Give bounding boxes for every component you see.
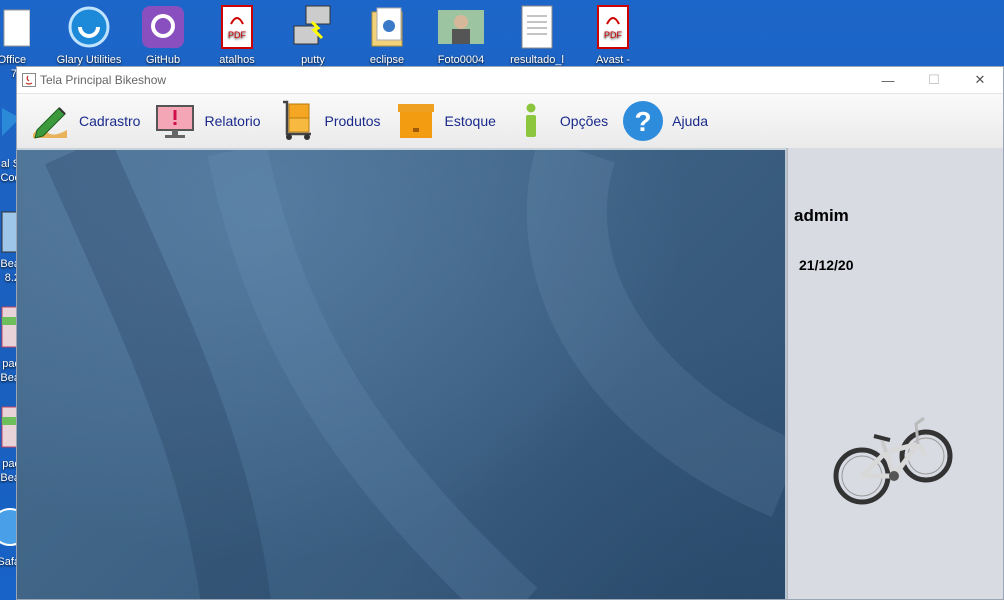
photo-icon bbox=[438, 4, 484, 50]
folder-icon bbox=[364, 4, 410, 50]
menu-bar: Cadrastro Relatorio Produtos Estoque Opç… bbox=[17, 94, 1003, 149]
logged-user: admim bbox=[794, 206, 849, 225]
svg-text:PDF: PDF bbox=[604, 30, 623, 40]
close-button[interactable]: ✕ bbox=[957, 67, 1003, 93]
content-area: admim 21/12/20 bbox=[17, 148, 1003, 599]
window-title: Tela Principal Bikeshow bbox=[40, 73, 167, 87]
desktop-icon-avast[interactable]: PDF Avast - bbox=[576, 4, 650, 66]
menu-ajuda[interactable]: ? Ajuda bbox=[622, 100, 708, 142]
java-app-icon bbox=[22, 73, 36, 87]
desktop-icon-atalhos[interactable]: PDF atalhos bbox=[200, 4, 274, 66]
desktop-icon-label: Foto0004 bbox=[437, 54, 485, 66]
glary-utilities-icon bbox=[66, 4, 112, 50]
menu-label: Relatorio bbox=[204, 113, 261, 129]
title-bar[interactable]: Tela Principal Bikeshow — ☐ ✕ bbox=[17, 67, 1003, 94]
desktop-icon-label: atalhos bbox=[219, 54, 255, 66]
svg-text:?: ? bbox=[635, 106, 652, 137]
pdf-file-icon: PDF bbox=[214, 4, 260, 50]
desktop-icon-label: reOffice bbox=[0, 54, 27, 66]
putty-icon bbox=[290, 4, 336, 50]
box-icon bbox=[395, 100, 437, 142]
desktop-icon-label: Glary Utilities bbox=[56, 54, 122, 66]
minimize-button[interactable]: — bbox=[865, 67, 911, 93]
desktop-pane[interactable] bbox=[17, 148, 787, 599]
desktop-icon-github[interactable]: GitHub bbox=[126, 4, 200, 66]
desktop-icon-label: GitHub bbox=[145, 54, 181, 66]
desktop-icon-label: resultado_l bbox=[510, 54, 564, 66]
menu-relatorio[interactable]: Relatorio bbox=[154, 100, 261, 142]
background-swoosh bbox=[45, 150, 785, 599]
info-icon bbox=[510, 100, 552, 142]
desktop-icon-glary[interactable]: Glary Utilities bbox=[52, 4, 126, 66]
github-icon bbox=[140, 4, 186, 50]
svg-text:PDF: PDF bbox=[228, 30, 247, 40]
menu-cadrastro[interactable]: Cadrastro bbox=[29, 100, 140, 142]
menu-estoque[interactable]: Estoque bbox=[395, 100, 496, 142]
menu-label: Cadrastro bbox=[79, 113, 141, 129]
menu-opcoes[interactable]: Opções bbox=[510, 100, 608, 142]
desktop-icon-label: putty bbox=[301, 54, 325, 66]
app-window: Tela Principal Bikeshow — ☐ ✕ Cadrastro … bbox=[16, 66, 1004, 600]
text-file-icon bbox=[514, 4, 560, 50]
desktop-icon-label: Avast - bbox=[595, 54, 631, 66]
bicycle-image bbox=[832, 406, 962, 526]
desktop-icon-eclipse[interactable]: eclipse bbox=[350, 4, 424, 66]
desktop-icon-libreoffice[interactable]: reOffice bbox=[0, 4, 44, 66]
menu-label: Opções bbox=[559, 113, 609, 129]
desktop-icon-resultado[interactable]: resultado_l bbox=[500, 4, 574, 66]
pdf-file-icon: PDF bbox=[590, 4, 636, 50]
desktop-icon-putty[interactable]: putty bbox=[276, 4, 350, 66]
desktop-icon-label: eclipse bbox=[369, 54, 405, 66]
hand-truck-icon bbox=[275, 100, 317, 142]
desktop-icon-foto[interactable]: Foto0004 bbox=[424, 4, 498, 66]
current-date: 21/12/20 bbox=[799, 257, 854, 273]
maximize-button[interactable]: ☐ bbox=[911, 67, 957, 93]
menu-label: Ajuda bbox=[672, 113, 708, 129]
menu-produtos[interactable]: Produtos bbox=[275, 100, 381, 142]
menu-label: Estoque bbox=[444, 113, 496, 129]
side-panel: admim 21/12/20 bbox=[787, 148, 1003, 599]
menu-label: Produtos bbox=[324, 113, 381, 129]
pencil-icon bbox=[29, 100, 71, 142]
monitor-alert-icon bbox=[154, 100, 196, 142]
help-icon: ? bbox=[622, 100, 664, 142]
libreoffice-icon bbox=[0, 4, 31, 50]
